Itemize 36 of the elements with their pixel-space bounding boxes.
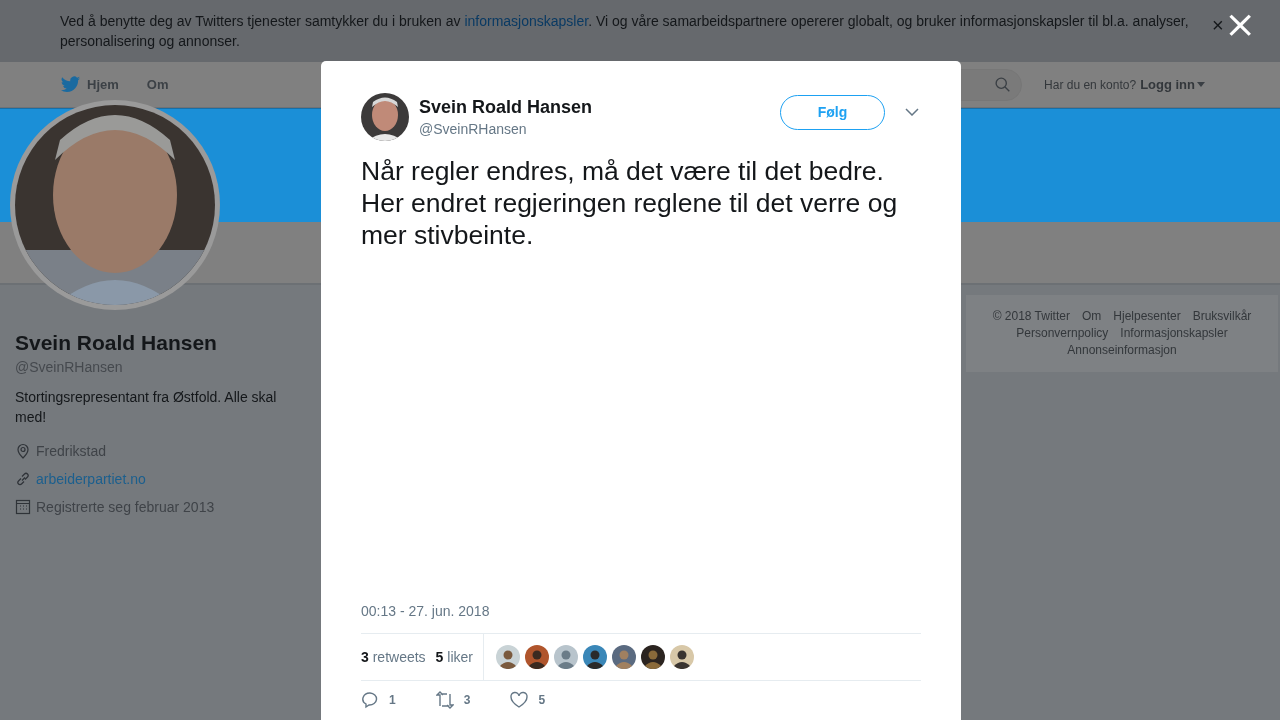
nav-tab[interactable]: Hjem <box>60 75 119 94</box>
calendar-icon <box>15 499 31 515</box>
cookie-notice: Ved å benytte deg av Twitters tjenester samtykker du i bruken av informasjonskapsler. Vi og våre samarbeidspartnere opererer globalt, og bruker informasjonskapsler til bl.a. analyser, personalisering og annonser. <box>60 12 1190 51</box>
author-name: Svein Roald Hansen <box>419 97 594 118</box>
bird-icon <box>60 75 81 94</box>
tweet-timestamp: 00:13 - 27. jun. 2018 <box>361 603 921 634</box>
tweet-stat[interactable]: 3 retweets <box>361 649 426 665</box>
follow-button[interactable]: Følg <box>780 94 885 130</box>
action-count: 5 <box>538 693 546 707</box>
cookie-link[interactable]: informasjonskapsler <box>464 13 589 29</box>
link-icon <box>15 471 31 487</box>
author-handle: @SveinRHansen <box>419 121 528 137</box>
caret-icon <box>1197 82 1205 87</box>
profile-name: Svein Roald Hansen <box>15 331 218 355</box>
footer-link[interactable]: Personvernpolicy <box>1016 326 1109 340</box>
reply-icon[interactable] <box>361 691 379 709</box>
action-count: 1 <box>389 693 396 707</box>
footer-link[interactable]: Bruksvilkår <box>1192 309 1252 323</box>
location-pin-icon <box>15 443 31 459</box>
login-link[interactable]: Logg inn <box>1140 77 1205 92</box>
footer-link[interactable]: Om <box>1081 309 1102 323</box>
chevron-down-icon[interactable] <box>905 108 919 116</box>
footer-link[interactable]: © 2018 Twitter <box>992 309 1070 323</box>
nav-tab[interactable]: Om <box>146 77 169 92</box>
heart-icon[interactable] <box>510 691 529 709</box>
close-button[interactable]: × <box>1208 14 1228 37</box>
search-icon <box>994 76 1012 93</box>
tweet-stat[interactable]: 5 liker <box>435 649 473 665</box>
footer-link[interactable]: Hjelpesenter <box>1113 309 1181 323</box>
retweet-icon[interactable] <box>435 691 454 709</box>
footer-link[interactable]: Annonseinformasjon <box>1067 343 1177 357</box>
footer-link[interactable]: Informasjonskapsler <box>1120 326 1228 340</box>
account-prompt: Har du en konto? <box>1044 77 1137 92</box>
profile-bio: Stortingsrepresentant fra Østfold. Alle skal med! <box>15 388 278 427</box>
action-count: 3 <box>463 693 471 707</box>
tweet-text: Når regler endres, må det være til det bedre. Her endret regjeringen reglene til det verre og mer stivbeinte. <box>361 155 899 251</box>
